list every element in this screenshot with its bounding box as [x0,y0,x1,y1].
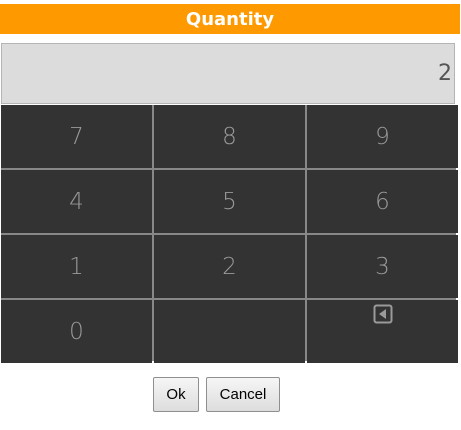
ok-button[interactable]: Ok [153,377,199,412]
key-7[interactable]: 7 [1,105,152,168]
backspace-icon [373,304,392,324]
quantity-display: 2 [1,43,455,104]
quantity-dialog: Quantity 2 7 8 9 4 5 6 1 2 3 0 Ok Cancel [0,0,461,430]
backspace-button[interactable] [307,300,458,363]
key-0[interactable]: 0 [1,300,152,363]
key-blank[interactable] [154,300,305,363]
key-2[interactable]: 2 [154,235,305,298]
key-6[interactable]: 6 [307,170,458,233]
key-9[interactable]: 9 [307,105,458,168]
dialog-buttons: Ok Cancel [0,377,461,413]
key-3[interactable]: 3 [307,235,458,298]
key-1[interactable]: 1 [1,235,152,298]
key-5[interactable]: 5 [154,170,305,233]
cancel-button[interactable]: Cancel [206,377,280,412]
key-4[interactable]: 4 [1,170,152,233]
key-8[interactable]: 8 [154,105,305,168]
dialog-title: Quantity [0,4,460,34]
numeric-keypad: 7 8 9 4 5 6 1 2 3 0 [1,105,458,363]
